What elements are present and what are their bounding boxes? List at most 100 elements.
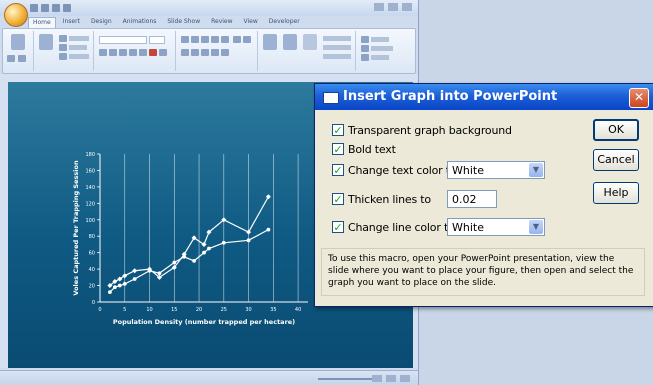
tab-view[interactable]: View <box>240 17 262 28</box>
shape-outline-control[interactable] <box>323 45 351 50</box>
thicken-lines-label[interactable]: Thicken lines to <box>348 193 431 206</box>
ribbon-group-font <box>95 31 176 71</box>
numbering-icon[interactable] <box>191 36 199 43</box>
shadow-icon[interactable] <box>139 49 147 56</box>
change-line-color-option[interactable]: ✓ Change line color to <box>332 219 455 235</box>
change-text-color-label[interactable]: Change text color to <box>348 164 457 177</box>
thicken-lines-option[interactable]: ✓ Thicken lines to <box>332 191 431 207</box>
transparent-bg-option[interactable]: ✓ Transparent graph background <box>332 122 512 138</box>
line-thickness-input[interactable]: 0.02 <box>447 190 497 208</box>
cut-icon[interactable] <box>7 55 15 62</box>
clear-formatting-icon[interactable] <box>159 49 167 56</box>
y-tick-label: 100 <box>85 218 95 224</box>
change-text-color-option[interactable]: ✓ Change text color to <box>332 162 457 178</box>
copy-icon[interactable] <box>18 55 26 62</box>
columns-icon[interactable] <box>221 49 229 56</box>
y-tick-label: 0 <box>92 300 95 306</box>
change-line-color-checkbox[interactable]: ✓ <box>332 221 344 233</box>
line-color-value: White <box>452 221 484 234</box>
x-tick-label: 0 <box>98 307 101 313</box>
tab-insert[interactable]: Insert <box>59 17 84 28</box>
data-point <box>246 238 251 243</box>
text-direction-icon[interactable] <box>233 36 241 43</box>
arrange-icon[interactable] <box>283 34 297 50</box>
new-slide-icon[interactable] <box>39 34 53 50</box>
ribbon-group-slides <box>35 31 94 71</box>
reset-icon[interactable] <box>59 44 67 51</box>
tab-slide-show[interactable]: Slide Show <box>163 17 204 28</box>
help-button[interactable]: Help <box>593 182 639 204</box>
series-line <box>109 229 269 293</box>
align-right-icon[interactable] <box>201 49 209 56</box>
increase-indent-icon[interactable] <box>211 36 219 43</box>
line-spacing-icon[interactable] <box>221 36 229 43</box>
tab-review[interactable]: Review <box>207 17 236 28</box>
transparent-bg-label[interactable]: Transparent graph background <box>348 124 512 137</box>
text-color-select[interactable]: White ▼ <box>447 161 545 179</box>
bold-text-label[interactable]: Bold text <box>348 143 396 156</box>
change-text-color-checkbox[interactable]: ✓ <box>332 164 344 176</box>
select-icon[interactable] <box>361 54 369 61</box>
chevron-down-icon[interactable]: ▼ <box>529 220 543 234</box>
tab-design[interactable]: Design <box>87 17 116 28</box>
customize-qat-icon[interactable] <box>63 4 71 12</box>
quick-styles-icon[interactable] <box>303 34 317 50</box>
slide-sorter-icon[interactable] <box>386 375 396 382</box>
insert-graph-dialog: Insert Graph into PowerPoint ✕ ✓ Transpa… <box>314 83 653 307</box>
close-window-button[interactable] <box>402 3 412 11</box>
bullets-icon[interactable] <box>181 36 189 43</box>
paste-icon[interactable] <box>11 34 25 50</box>
window-title <box>120 3 310 11</box>
transparent-bg-checkbox[interactable]: ✓ <box>332 124 344 136</box>
layout-icon[interactable] <box>59 35 67 42</box>
zoom-slider[interactable] <box>318 378 378 380</box>
shape-fill-control[interactable] <box>323 36 351 41</box>
ribbon-group-paragraph <box>177 31 258 71</box>
status-bar <box>0 370 418 385</box>
redo-icon[interactable] <box>52 4 60 12</box>
thicken-lines-checkbox[interactable]: ✓ <box>332 193 344 205</box>
maximize-button[interactable] <box>388 3 398 11</box>
tab-home[interactable]: Home <box>28 17 56 28</box>
font-size-box[interactable] <box>149 36 165 44</box>
office-button[interactable] <box>4 3 28 27</box>
data-point <box>117 283 122 288</box>
align-center-icon[interactable] <box>191 49 199 56</box>
align-left-icon[interactable] <box>181 49 189 56</box>
close-button[interactable]: ✕ <box>629 88 649 108</box>
minimize-button[interactable] <box>374 3 384 11</box>
find-icon[interactable] <box>361 36 369 43</box>
cancel-button[interactable]: Cancel <box>593 149 639 171</box>
quick-access-toolbar[interactable] <box>30 4 76 12</box>
view-buttons <box>372 375 410 382</box>
line-color-select[interactable]: White ▼ <box>447 218 545 236</box>
ok-button[interactable]: OK <box>593 119 639 141</box>
save-icon[interactable] <box>30 4 38 12</box>
justify-icon[interactable] <box>211 49 219 56</box>
bold-text-option[interactable]: ✓ Bold text <box>332 141 396 157</box>
shapes-icon[interactable] <box>263 34 277 50</box>
bold-icon[interactable] <box>99 49 107 56</box>
tab-developer[interactable]: Developer <box>265 17 304 28</box>
replace-icon[interactable] <box>361 45 369 52</box>
strikethrough-icon[interactable] <box>129 49 137 56</box>
normal-view-icon[interactable] <box>372 375 382 382</box>
x-tick-label: 5 <box>123 307 126 313</box>
ribbon-label <box>69 36 89 41</box>
italic-icon[interactable] <box>109 49 117 56</box>
dialog-title-bar[interactable]: Insert Graph into PowerPoint ✕ <box>315 84 653 110</box>
y-tick-label: 180 <box>85 152 95 158</box>
change-line-color-label[interactable]: Change line color to <box>348 221 455 234</box>
undo-icon[interactable] <box>41 4 49 12</box>
tab-animations[interactable]: Animations <box>119 17 161 28</box>
shape-effects-control[interactable] <box>323 54 351 59</box>
font-color-icon[interactable] <box>149 49 157 56</box>
bold-text-checkbox[interactable]: ✓ <box>332 143 344 155</box>
underline-icon[interactable] <box>119 49 127 56</box>
delete-slide-icon[interactable] <box>59 53 67 60</box>
font-name-box[interactable] <box>99 36 147 44</box>
slideshow-view-icon[interactable] <box>400 375 410 382</box>
decrease-indent-icon[interactable] <box>201 36 209 43</box>
chevron-down-icon[interactable]: ▼ <box>529 163 543 177</box>
smartart-icon[interactable] <box>243 36 251 43</box>
